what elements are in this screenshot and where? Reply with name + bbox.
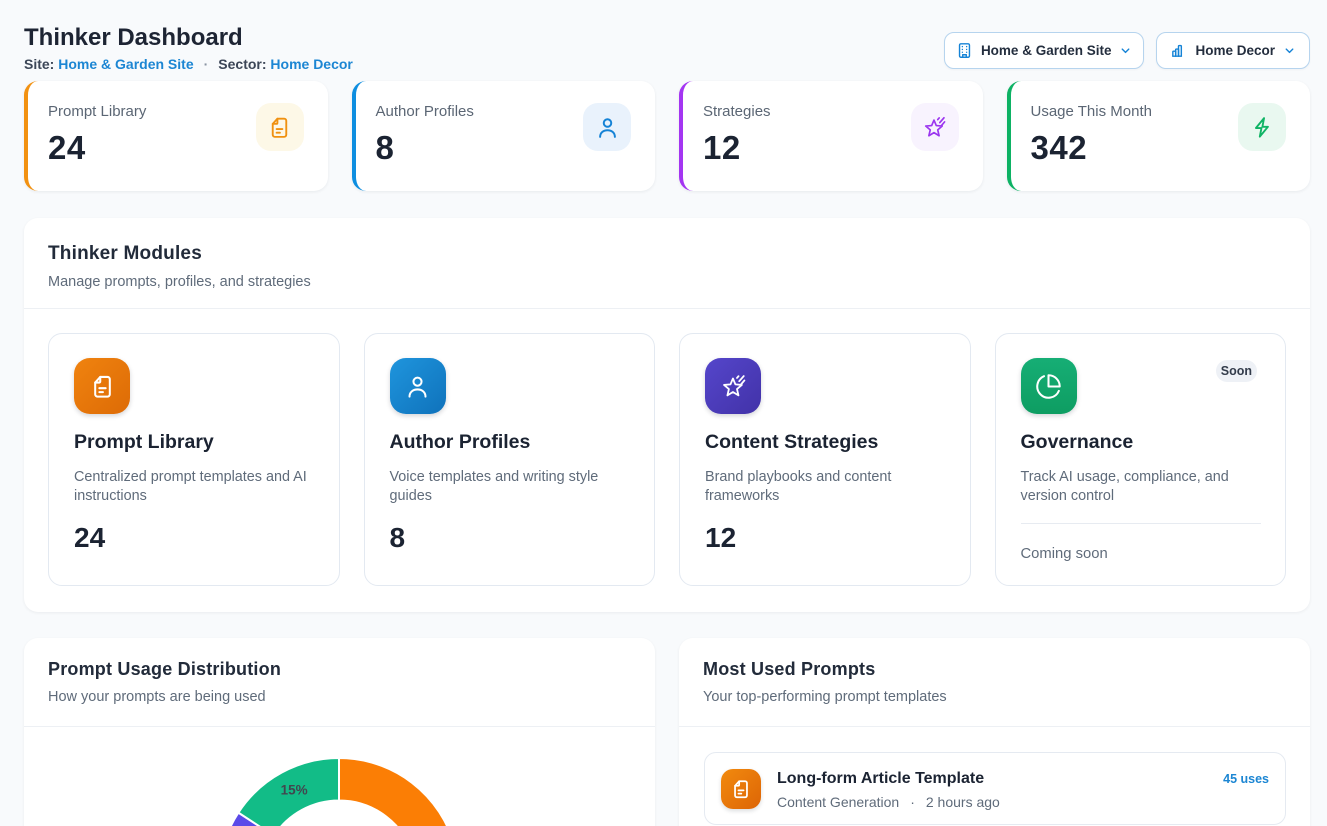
svg-text:15%: 15%	[281, 783, 308, 798]
